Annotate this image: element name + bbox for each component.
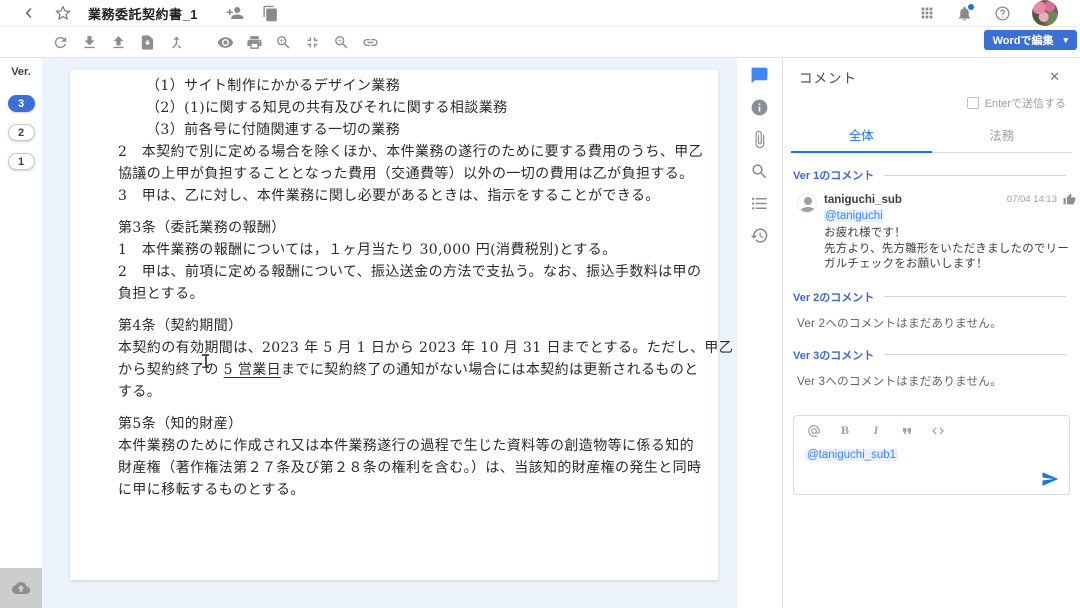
help-icon[interactable] [994,5,1011,22]
outline-list-icon[interactable] [750,194,769,213]
section-header-ver2: Ver 2のコメント [793,289,874,305]
enter-to-send-checkbox[interactable] [967,97,979,109]
quote-icon[interactable] [900,424,914,438]
search-icon[interactable] [750,162,769,181]
compare-icon[interactable] [168,34,185,51]
comment-body: お疲れ様です！ 先方より、先方雛形をいただきましたのでリーガルチェックをお願いし… [824,226,1076,273]
notification-badge-dot [968,4,974,10]
text-cursor-ibeam [201,354,210,369]
comment-author: taniguchi_sub [824,194,902,206]
header-right-actions [919,0,1080,26]
close-icon[interactable]: ✕ [1049,69,1060,85]
star-favorite-icon[interactable] [54,4,72,22]
document-line: 負担とする。 [118,283,670,305]
document-line: 協議の上甲が負担することとなった費用（交通費等）以外の一切の費用は乙が負担する。 [118,163,670,185]
italic-icon[interactable]: I [869,424,883,438]
comment-sections: Ver 1のコメント taniguchi_sub 07/04 14:13 @ta… [791,153,1072,401]
comments-icon[interactable] [750,66,769,85]
document-line: 1 本件業務の報酬については，１ヶ月当たり 30,000 円(消費税別)とする。 [118,239,670,261]
app-window: 業務委託契約書_1 [0,0,1080,608]
section-header-ver3: Ver 3のコメント [793,347,874,363]
bold-icon[interactable]: B [838,424,852,438]
document-line: 3 甲は、乙に対し、本件業務に関し必要があるときは、指示をすることができる。 [118,185,670,207]
version-sidebar: Ver. 3 2 1 [0,58,42,608]
document-page[interactable]: （1）サイト制作にかかるデザイン業務（2）(1)に関する知見の共有及びそれに関す… [70,70,718,580]
comments-panel: コメント ✕ Enterで送信する 全体 法務 Ver 1のコメント tanig… [783,58,1080,608]
version-badge-3[interactable]: 3 [8,95,35,112]
send-icon[interactable] [1041,470,1059,488]
document-line: に甲に移転するものとする。 [118,479,670,501]
document-title: 業務委託契約書_1 [88,4,198,23]
document-blank-line [118,207,670,217]
code-icon[interactable] [931,424,945,438]
comments-tabs: 全体 法務 [791,119,1072,153]
empty-comments-text-ver3: Ver 3へのコメントはまだありません。 [791,365,1072,401]
file-export-icon[interactable] [139,34,156,51]
document-blank-line [118,403,670,413]
link-icon[interactable] [362,34,379,51]
upload-version-button[interactable] [0,568,42,608]
upload-icon[interactable] [110,34,127,51]
viewer-toolbar: Wordで編集 ▾ [0,27,1080,58]
document-line: （2）(1)に関する知見の共有及びそれに関する相談業務 [118,97,670,119]
composer-mention-chip[interactable]: @taniguchi_sub1 [805,449,898,461]
attachment-paperclip-icon[interactable] [750,130,769,149]
tab-legal[interactable]: 法務 [932,119,1073,152]
document-line: 財産権（著作権法第２７条及び第２８条の権利を含む。）は、当該知的財産権の発生と同… [118,457,670,479]
thumbs-up-icon[interactable] [1063,193,1076,206]
document-line: 本件業務のために作成され又は本件業務遂行の過程で生じた資料等の創造物等に係る知的 [118,435,670,457]
panel-icon-rail [737,58,783,608]
version-badge-2[interactable]: 2 [8,124,35,141]
document-line: 第4条（契約期間） [118,315,670,337]
version-list: 3 2 1 [0,95,42,170]
mention-chip[interactable]: @taniguchi [824,210,884,222]
comment-composer[interactable]: B I @taniguchi_sub1 [793,415,1070,495]
document-line: する。 [118,381,670,403]
section-rule [884,175,1066,176]
document-line: （1）サイト制作にかかるデザイン業務 [118,75,670,97]
comment-timestamp: 07/04 14:13 [1007,194,1057,205]
comments-panel-title: コメント [799,67,857,87]
tab-all[interactable]: 全体 [791,119,932,153]
commenter-avatar [797,193,817,213]
document-line: 第5条（知的財産） [118,413,670,435]
document-line: 第3条（委託業務の報酬） [118,217,670,239]
edit-in-word-button[interactable]: Wordで編集 ▾ [984,30,1077,50]
user-avatar[interactable] [1032,0,1058,26]
enter-to-send-label: Enterで送信する [985,95,1066,111]
notifications-bell-icon[interactable] [956,5,973,22]
section-rule [884,354,1066,355]
history-icon[interactable] [750,226,769,245]
top-header: 業務委託契約書_1 [0,0,1080,27]
document-line: 2 甲は、前項に定める報酬について、振込送金の方法で支払う。なお、振込手数料は甲… [118,261,670,283]
back-icon[interactable] [20,4,38,22]
info-icon[interactable] [750,98,769,117]
comment-item: taniguchi_sub 07/04 14:13 @taniguchi お疲れ… [791,185,1072,285]
fit-screen-icon[interactable] [304,34,321,51]
document-line: （3）前各号に付随関連する一切の業務 [118,119,670,141]
apps-grid-icon[interactable] [919,5,935,21]
download-icon[interactable] [81,34,98,51]
mention-icon[interactable] [807,424,821,438]
edit-in-word-label: Wordで編集 [993,32,1054,48]
version-badge-1[interactable]: 1 [8,153,35,170]
chevron-down-icon: ▾ [1063,35,1068,46]
refresh-icon[interactable] [52,34,69,51]
person-add-icon[interactable] [226,4,244,22]
empty-comments-text-ver2: Ver 2へのコメントはまだありません。 [791,307,1072,343]
document-viewer: （1）サイト制作にかかるデザイン業務（2）(1)に関する知見の共有及びそれに関す… [42,58,737,608]
print-icon[interactable] [246,34,263,51]
zoom-out-icon[interactable] [333,34,350,51]
version-label: Ver. [0,66,42,78]
section-header-ver1: Ver 1のコメント [793,167,874,183]
document-blank-line [118,305,670,315]
zoom-in-icon[interactable] [275,34,292,51]
preview-eye-icon[interactable] [217,34,234,51]
duplicate-icon[interactable] [262,5,279,22]
section-rule [884,296,1066,297]
document-line: 2 本契約で別に定める場合を除くほか、本件業務の遂行のために要する費用のうち、甲… [118,141,670,163]
cloud-upload-icon [12,579,30,597]
